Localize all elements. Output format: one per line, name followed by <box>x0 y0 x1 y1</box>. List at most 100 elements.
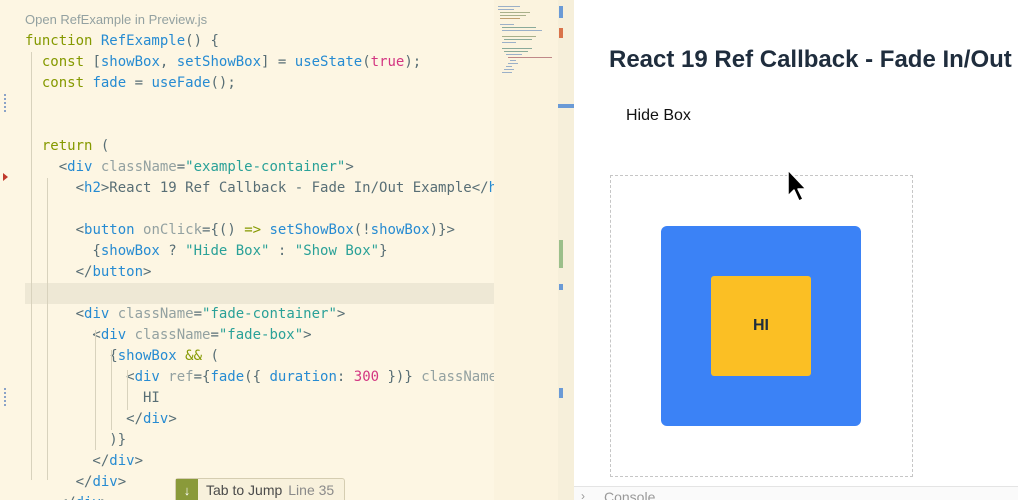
code-token: duration <box>269 369 337 385</box>
fade-box: HI <box>661 226 861 426</box>
code-token: return <box>25 138 101 154</box>
code-lens-link[interactable]: Open RefExample in Preview.js <box>25 12 207 27</box>
code-line[interactable]: <div className="example-container"> <box>25 157 354 178</box>
console-bar[interactable]: › Console <box>574 486 1018 500</box>
inner-box-text: HI <box>753 317 769 334</box>
code-token: () { <box>185 33 219 49</box>
scroll-thumb[interactable] <box>558 104 574 108</box>
code-token: })} <box>379 369 422 385</box>
minimap-line <box>510 60 516 61</box>
minimap-line <box>502 42 516 43</box>
indent-guide <box>111 350 112 430</box>
code-token: < <box>25 306 85 322</box>
scroll-marker <box>559 6 563 18</box>
code-token: function <box>25 33 101 49</box>
code-token: ( <box>362 54 371 70</box>
code-line[interactable]: )} <box>25 430 126 451</box>
code-token: div <box>109 453 135 469</box>
minimap-line <box>500 15 526 16</box>
minimap-line <box>506 54 522 55</box>
code-line[interactable]: <button onClick={() => setShowBox(!showB… <box>25 220 455 241</box>
code-token: < <box>25 369 135 385</box>
code-token: >React 19 Ref Callback - Fade In/Out Exa… <box>100 180 489 196</box>
code-line[interactable]: </div> <box>25 493 110 500</box>
code-token: < <box>25 180 85 196</box>
code-line[interactable]: <div className="fade-container"> <box>25 304 346 325</box>
code-token: < <box>25 327 101 343</box>
code-token: > <box>143 264 152 280</box>
code-token: div <box>100 327 135 343</box>
tab-to-jump-hint[interactable]: ↓ Tab to Jump Line 35 <box>175 478 346 500</box>
code-token: > <box>168 411 177 427</box>
inner-box: HI <box>711 276 811 376</box>
code-token: { <box>25 243 101 259</box>
code-token: ? <box>159 243 186 259</box>
code-line[interactable] <box>25 283 494 304</box>
mouse-cursor-icon <box>787 169 807 202</box>
code-token: </ <box>25 495 76 500</box>
code-token: true <box>370 54 405 70</box>
code-token: "Hide Box" <box>185 243 270 259</box>
code-token: HI <box>25 390 160 406</box>
minimap-line <box>498 9 514 10</box>
code-token: ( <box>100 138 110 154</box>
code-token: className <box>100 159 177 175</box>
code-token: } <box>379 243 388 259</box>
code-token: "fade-container" <box>202 306 337 322</box>
code-token: h2 <box>84 180 101 196</box>
code-line[interactable]: function RefExample() { <box>25 31 219 52</box>
code-token: )}> <box>429 222 455 238</box>
minimap-line <box>502 48 532 49</box>
code-line[interactable]: {showBox && ( <box>25 346 219 367</box>
code-token: button <box>92 264 144 280</box>
minimap-line <box>500 12 530 13</box>
code-token: [ <box>92 54 101 70</box>
code-token: = <box>126 75 152 91</box>
code-line[interactable]: </div> <box>25 472 127 493</box>
toggle-box-button[interactable]: Hide Box <box>610 100 707 132</box>
page-title: React 19 Ref Callback - Fade In/Out Exam… <box>609 46 1018 73</box>
code-line[interactable]: <h2>React 19 Ref Callback - Fade In/Out … <box>25 178 494 199</box>
code-line[interactable]: return ( <box>25 136 109 157</box>
code-token: className <box>134 327 211 343</box>
code-token: div <box>76 495 101 500</box>
code-token: : <box>269 243 295 259</box>
code-line[interactable]: <div className="fade-box"> <box>25 325 312 346</box>
code-token: </ <box>25 264 93 280</box>
code-viewport[interactable]: Open RefExample in Preview.js function R… <box>0 0 494 500</box>
code-line[interactable]: {showBox ? "Hide Box" : "Show Box"} <box>25 241 388 262</box>
minimap-line <box>502 72 512 73</box>
chevron-right-icon[interactable]: › <box>581 489 585 500</box>
preview-pane: React 19 Ref Callback - Fade In/Out Exam… <box>574 0 1018 500</box>
code-token: </ <box>25 411 144 427</box>
code-line[interactable]: const [showBox, setShowBox] = useState(t… <box>25 52 421 73</box>
code-token: "Show Box" <box>294 243 380 259</box>
code-line[interactable]: const fade = useFade(); <box>25 73 236 94</box>
vertical-scrollbar[interactable] <box>558 0 574 500</box>
code-editor[interactable]: Open RefExample in Preview.js function R… <box>0 0 575 500</box>
code-token: > <box>303 327 312 343</box>
code-token: > <box>336 306 346 322</box>
code-line[interactable]: </button> <box>25 262 152 283</box>
code-line[interactable]: </div> <box>25 451 143 472</box>
tab-jump-label: Tab to Jump <box>206 482 283 498</box>
minimap-line <box>508 63 518 64</box>
code-token: (! <box>353 222 371 238</box>
code-token: const <box>25 75 93 91</box>
code-token: onClick <box>143 222 203 238</box>
code-token: ={() <box>202 222 245 238</box>
code-token: = <box>193 306 203 322</box>
scroll-marker <box>559 388 563 398</box>
code-token: "fade-box" <box>218 327 304 343</box>
code-token: fade <box>210 369 245 385</box>
code-token: </ <box>25 474 93 490</box>
code-token: className <box>117 306 194 322</box>
code-token: { <box>25 348 118 364</box>
code-token: div <box>92 474 118 490</box>
minimap-line <box>500 24 514 25</box>
minimap-line <box>504 51 528 52</box>
minimap[interactable] <box>494 0 558 500</box>
code-line[interactable]: HI <box>25 388 160 409</box>
code-token: )} <box>25 432 127 448</box>
